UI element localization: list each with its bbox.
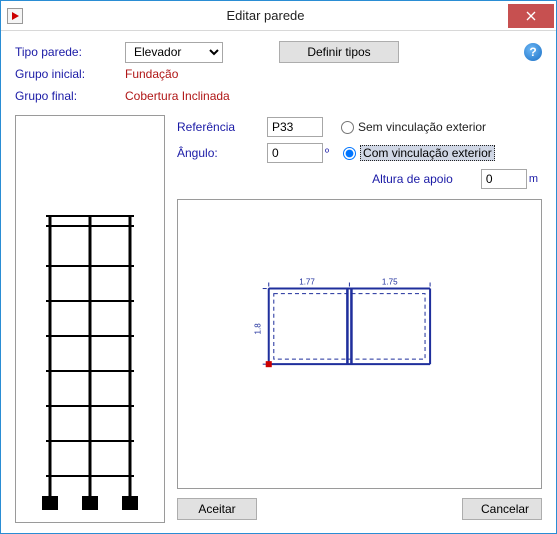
plan-drawing: 1.77 1.75 1.8 — [178, 200, 541, 488]
radio-sem-vinculacao-label: Sem vinculação exterior — [358, 120, 486, 134]
definir-tipos-button[interactable]: Definir tipos — [279, 41, 399, 63]
grupo-final-label: Grupo final: — [15, 89, 125, 103]
radio-com-vinculacao-label: Com vinculação exterior — [360, 145, 495, 161]
angulo-input[interactable] — [267, 143, 323, 163]
dim-right: 1.75 — [382, 278, 398, 287]
tipo-parede-label: Tipo parede: — [15, 45, 125, 59]
angulo-label: Ângulo: — [177, 146, 267, 160]
cancel-button[interactable]: Cancelar — [462, 498, 542, 520]
app-icon — [7, 8, 23, 24]
titlebar: Editar parede — [1, 1, 556, 31]
help-icon[interactable]: ? — [524, 43, 542, 61]
angulo-unit: º — [325, 147, 329, 159]
referencia-label: Referência — [177, 120, 267, 134]
header-rows: Tipo parede: Elevador Definir tipos ? Gr… — [15, 41, 542, 107]
grupo-inicial-value: Fundação — [125, 67, 178, 81]
referencia-input[interactable] — [267, 117, 323, 137]
dialog-content: Tipo parede: Elevador Definir tipos ? Gr… — [1, 31, 556, 533]
dim-left: 1.77 — [299, 278, 315, 287]
window-title: Editar parede — [23, 8, 508, 23]
radio-sem-vinculacao[interactable]: Sem vinculação exterior — [341, 120, 486, 134]
plan-view-panel: 1.77 1.75 1.8 — [177, 199, 542, 489]
button-bar: Aceitar Cancelar — [177, 489, 542, 523]
close-icon — [526, 11, 536, 21]
tipo-parede-select[interactable]: Elevador — [125, 42, 223, 63]
elevation-drawing — [22, 122, 158, 516]
radio-com-vinculacao[interactable]: Com vinculação exterior — [343, 145, 495, 161]
grupo-final-value: Cobertura Inclinada — [125, 89, 230, 103]
right-panel: Referência Sem vinculação exterior Ângul… — [177, 115, 542, 523]
altura-apoio-unit: m — [529, 173, 538, 185]
main-area: Referência Sem vinculação exterior Ângul… — [15, 115, 542, 523]
altura-apoio-label: Altura de apoio — [372, 172, 453, 186]
grupo-inicial-label: Grupo inicial: — [15, 67, 125, 81]
ok-button[interactable]: Aceitar — [177, 498, 257, 520]
elevation-panel — [15, 115, 165, 523]
altura-apoio-input[interactable] — [481, 169, 527, 189]
close-button[interactable] — [508, 4, 554, 28]
dim-height: 1.8 — [254, 323, 263, 335]
